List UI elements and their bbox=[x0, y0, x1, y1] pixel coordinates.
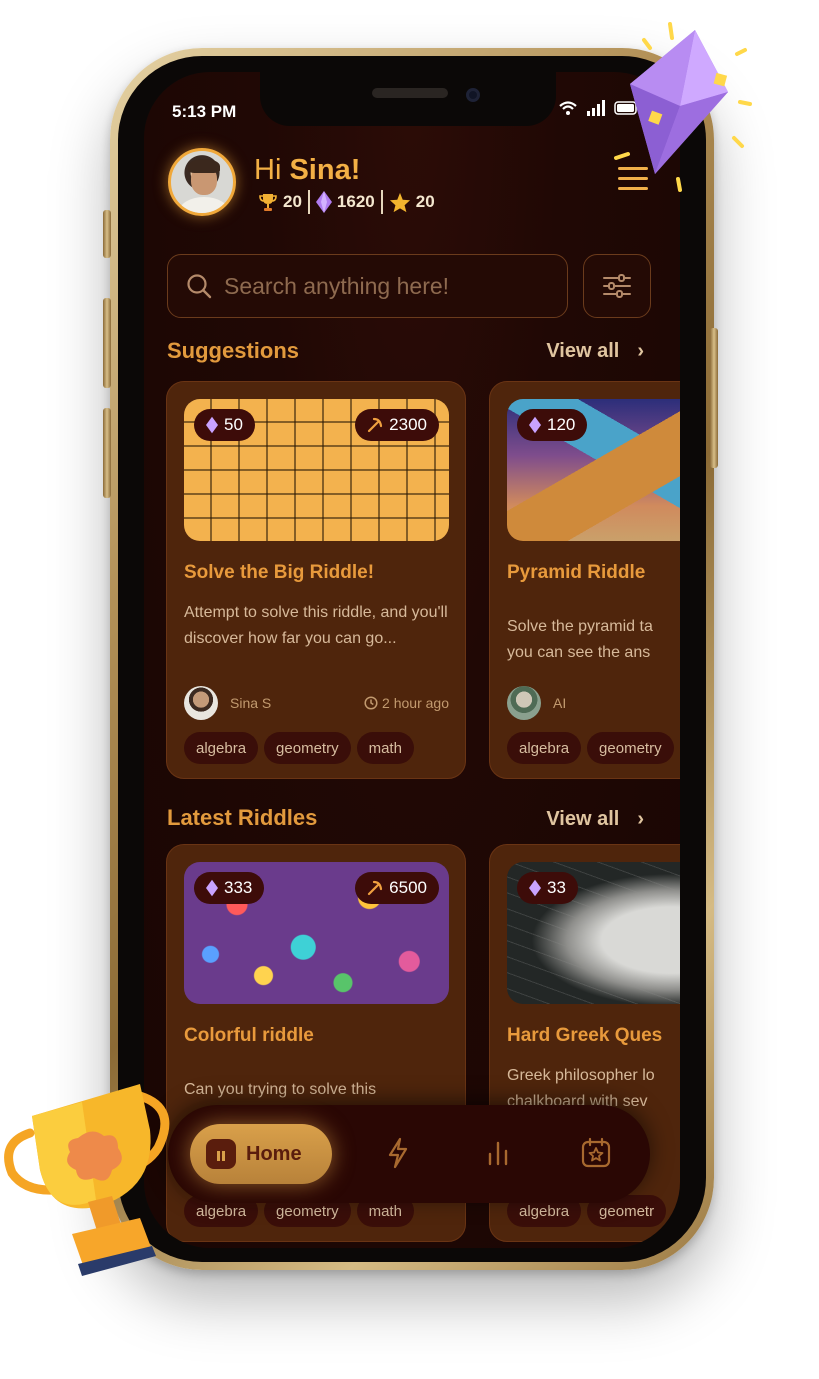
gem-value: 50 bbox=[224, 415, 243, 434]
gem-icon bbox=[529, 416, 541, 434]
riddle-description: Can you trying to solve this bbox=[184, 1081, 377, 1098]
bottom-nav: Home bbox=[168, 1105, 650, 1203]
gem-value: 120 bbox=[547, 415, 576, 434]
chevron-right-icon: › bbox=[637, 808, 644, 830]
pickaxe-icon bbox=[368, 417, 383, 433]
volume-down-button bbox=[103, 408, 111, 498]
tag[interactable]: algebra bbox=[507, 732, 582, 764]
gem-count: 1620 bbox=[336, 192, 375, 211]
author-name: AI bbox=[553, 695, 567, 711]
view-all-label: View all bbox=[546, 340, 620, 362]
front-camera bbox=[466, 88, 480, 102]
status-time: 5:13 PM bbox=[172, 102, 237, 121]
latest-riddles-title: Latest Riddles bbox=[167, 805, 318, 830]
riddle-description: Attempt to solve this riddle, and you'll… bbox=[184, 604, 448, 647]
greeting-prefix: Hi bbox=[254, 154, 290, 186]
riddle-author: Sina S bbox=[184, 686, 271, 720]
riddle-author: AI bbox=[507, 686, 566, 720]
chart-icon bbox=[488, 1141, 508, 1166]
riddle-image: 33 bbox=[507, 862, 680, 1004]
suggestions-title: Suggestions bbox=[167, 338, 300, 363]
score-value: 6500 bbox=[389, 878, 427, 897]
trophy-icon bbox=[259, 194, 277, 211]
user-stats: 20 1620 20 bbox=[252, 190, 441, 214]
riddle-tags: algebra geometry bbox=[507, 732, 674, 764]
tag[interactable]: algebra bbox=[184, 732, 259, 764]
riddle-card[interactable]: 120 Pyramid Riddle Solve the pyramid ta … bbox=[489, 381, 680, 779]
riddle-title: Solve the Big Riddle! bbox=[184, 562, 375, 583]
riddle-title: Hard Greek Ques bbox=[507, 1025, 663, 1046]
latest-view-all[interactable]: View all › bbox=[546, 808, 644, 831]
nav-home-label: Home bbox=[246, 1142, 302, 1165]
chevron-right-icon: › bbox=[637, 340, 644, 362]
power-button bbox=[710, 328, 718, 468]
gem-value: 333 bbox=[224, 878, 253, 897]
riddle-image: 120 bbox=[507, 399, 680, 541]
gem-icon bbox=[206, 879, 218, 897]
star-stat: 20 bbox=[383, 192, 441, 213]
avatar-body bbox=[179, 197, 229, 213]
author-avatar bbox=[507, 686, 541, 720]
riddle-tags: algebra geometry math bbox=[184, 732, 414, 764]
tag[interactable]: geometry bbox=[264, 732, 351, 764]
wifi-icon bbox=[559, 101, 577, 115]
gem-icon bbox=[315, 191, 332, 213]
author-avatar bbox=[184, 686, 218, 720]
score-value: 2300 bbox=[389, 415, 427, 434]
user-name: Sina! bbox=[289, 154, 361, 186]
app-screen: 5:13 PM Hi Sina! 20 1620 20 Search anyth… bbox=[144, 72, 680, 1248]
nav-home-button[interactable]: Home bbox=[190, 1124, 332, 1184]
view-all-label: View all bbox=[546, 808, 620, 830]
home-icon bbox=[206, 1139, 236, 1169]
gem-value: 33 bbox=[547, 878, 566, 897]
speaker bbox=[372, 88, 448, 98]
search-input[interactable] bbox=[224, 272, 544, 300]
user-avatar[interactable] bbox=[168, 148, 236, 216]
score-badge: 2300 bbox=[355, 409, 439, 441]
gem-badge: 333 bbox=[194, 872, 265, 904]
nav-calendar-button[interactable] bbox=[578, 1135, 614, 1171]
notch bbox=[260, 72, 556, 126]
trophy-decoration-icon bbox=[4, 1084, 170, 1276]
volume-up-button bbox=[103, 298, 111, 388]
pickaxe-icon bbox=[368, 880, 383, 896]
search-box bbox=[167, 254, 568, 318]
search-icon bbox=[187, 274, 212, 299]
lightning-icon bbox=[388, 1137, 408, 1169]
trophy-stat: 20 bbox=[252, 192, 308, 212]
riddle-time: 2 hour ago bbox=[364, 695, 449, 711]
star-icon bbox=[389, 192, 410, 212]
suggestions-view-all[interactable]: View all › bbox=[546, 340, 644, 363]
riddle-title: Pyramid Riddle bbox=[507, 562, 646, 583]
mute-switch bbox=[103, 210, 111, 258]
nav-lightning-button[interactable] bbox=[380, 1135, 416, 1171]
time-label: 2 hour ago bbox=[382, 695, 449, 711]
author-name: Sina S bbox=[230, 695, 272, 711]
gem-icon bbox=[529, 879, 541, 897]
filter-button[interactable] bbox=[583, 254, 651, 318]
tag[interactable]: geometry bbox=[587, 732, 674, 764]
calendar-star-icon bbox=[581, 1137, 611, 1168]
score-badge: 6500 bbox=[355, 872, 439, 904]
star-count: 20 bbox=[415, 192, 435, 211]
gem-badge: 33 bbox=[517, 872, 578, 904]
filter-icon bbox=[603, 274, 631, 298]
gem-decoration-icon bbox=[614, 22, 752, 192]
riddle-title: Colorful riddle bbox=[184, 1025, 314, 1046]
gem-icon bbox=[206, 416, 218, 434]
riddle-image: 50 2300 bbox=[184, 399, 449, 541]
riddle-image: 333 6500 bbox=[184, 862, 449, 1004]
gem-badge: 120 bbox=[517, 409, 588, 441]
riddle-description: Solve the pyramid ta you can see the ans bbox=[507, 618, 653, 661]
avatar-hair bbox=[188, 159, 220, 173]
nav-stats-button[interactable] bbox=[480, 1135, 516, 1171]
riddle-card[interactable]: 50 2300 Solve the Big Riddle! Attempt to… bbox=[166, 381, 466, 779]
trophy-count: 20 bbox=[283, 192, 302, 211]
gem-badge: 50 bbox=[194, 409, 255, 441]
greeting: Hi Sina! bbox=[254, 154, 360, 187]
tag[interactable]: math bbox=[356, 732, 414, 764]
clock-icon bbox=[364, 696, 378, 710]
gem-stat: 1620 bbox=[310, 191, 381, 213]
